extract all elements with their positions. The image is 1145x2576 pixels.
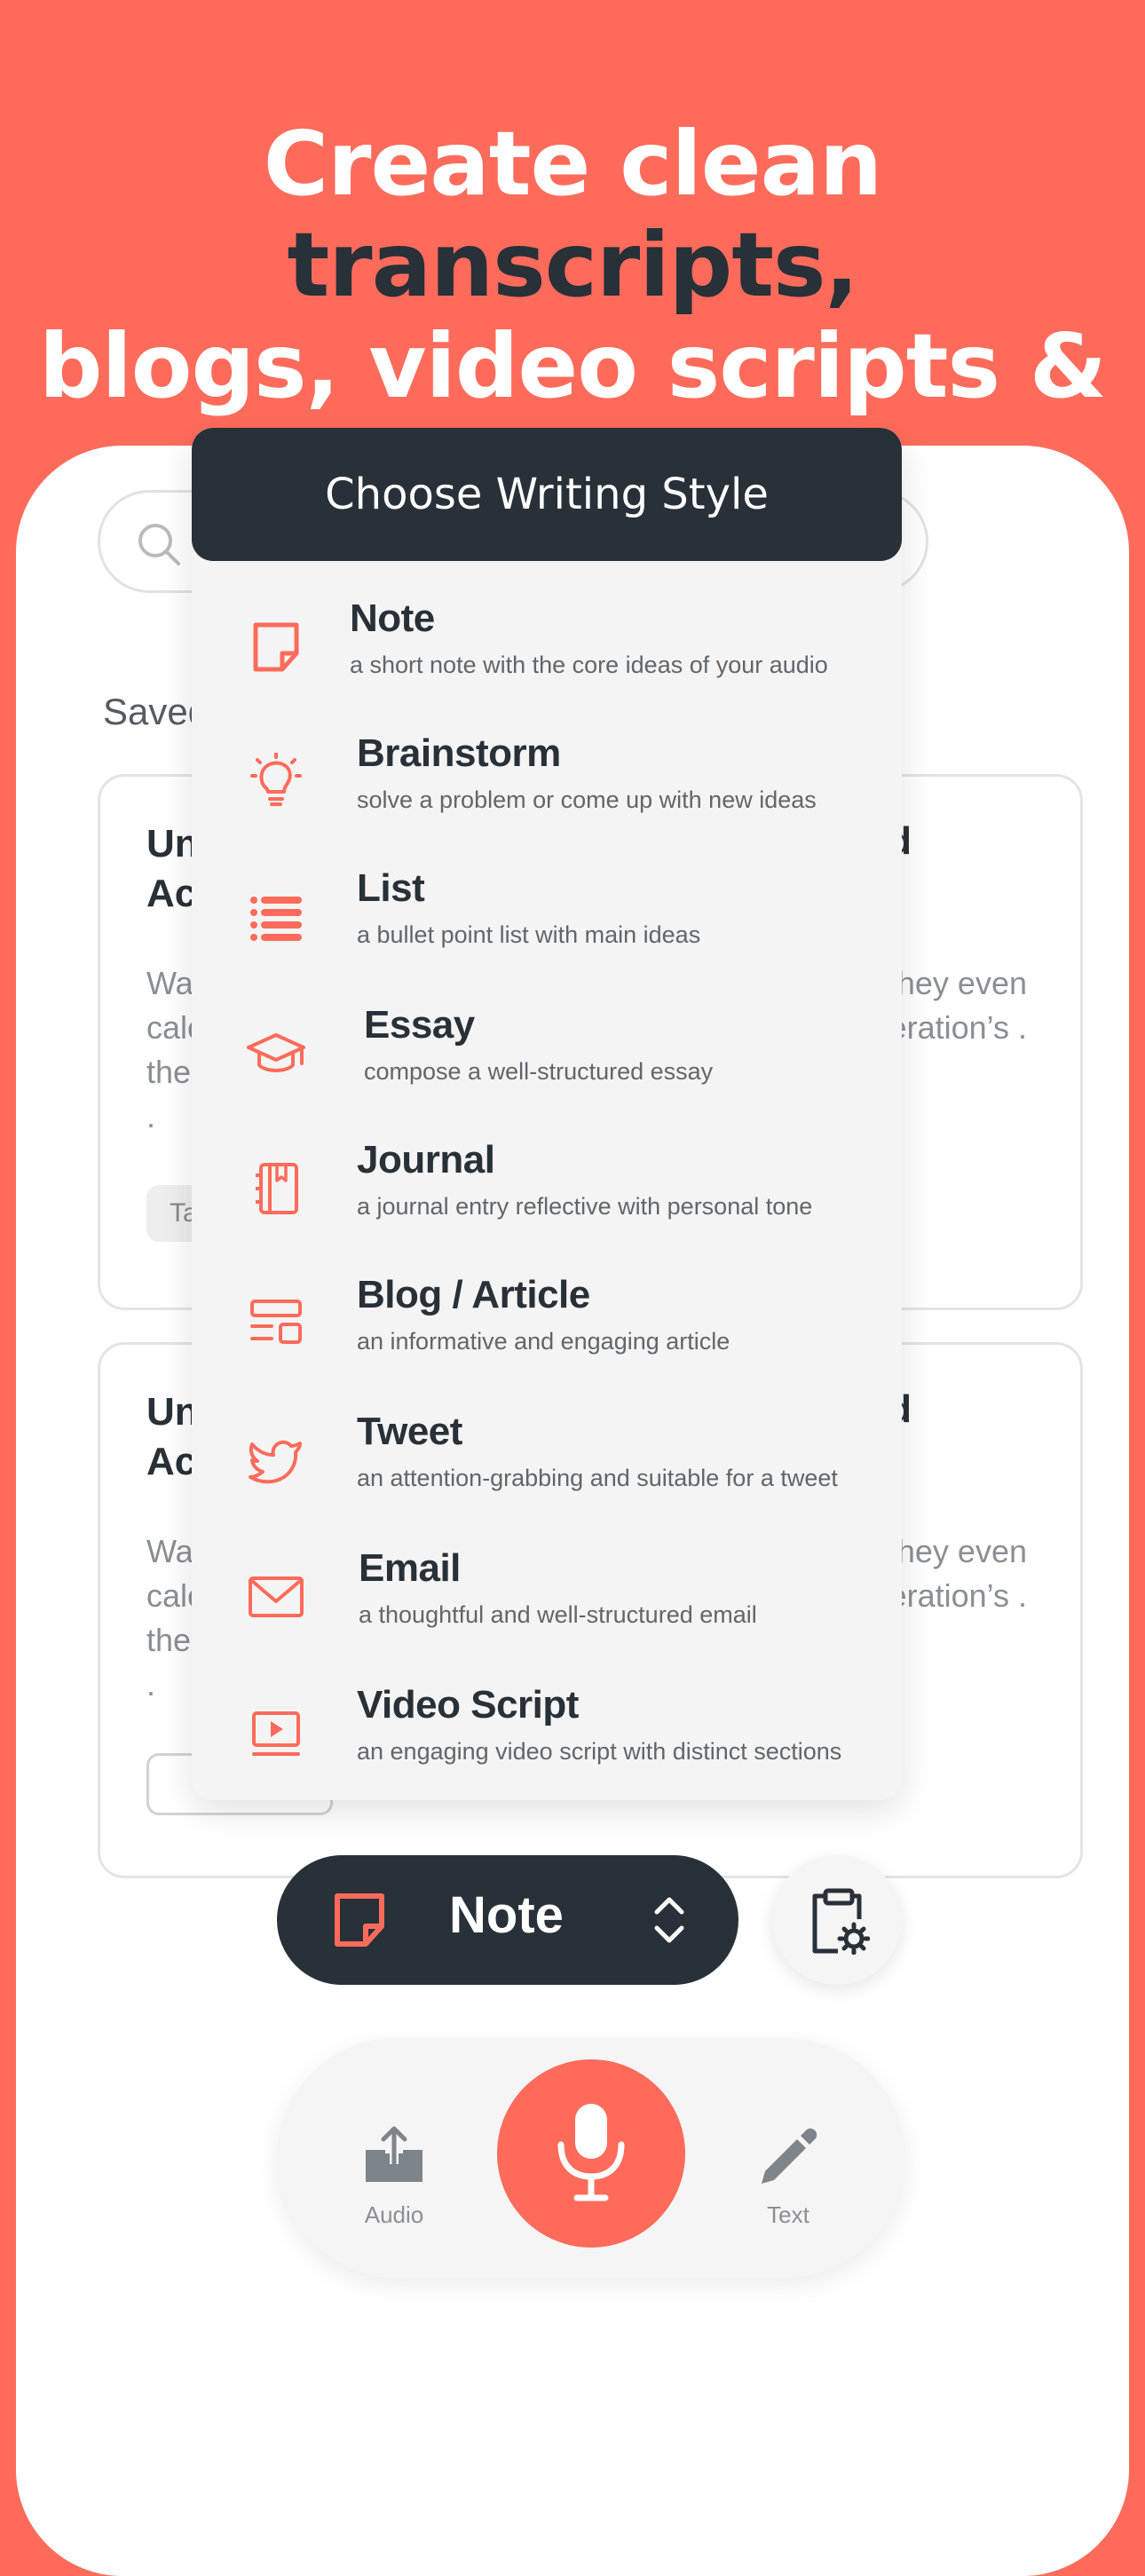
bird-icon	[249, 1440, 302, 1484]
option-description: a short note with the core ideas of your…	[350, 652, 828, 678]
upload-audio-button[interactable]: Audio	[332, 2123, 456, 2229]
option-description: a thoughtful and well-structured email	[359, 1601, 757, 1628]
option-brainstorm[interactable]: Brainstorm solve a problem or come up wi…	[192, 712, 902, 845]
option-description: solve a problem or come up with new idea…	[357, 786, 817, 813]
chevron-up-down-icon	[654, 1897, 684, 1943]
option-description: compose a well-structured essay	[364, 1058, 714, 1085]
text-input-button[interactable]: Text	[726, 2123, 850, 2229]
option-label: List	[357, 866, 425, 910]
envelope-icon	[249, 1576, 304, 1617]
journal-icon	[256, 1163, 298, 1214]
option-description: a bullet point list with main ideas	[357, 921, 701, 948]
selected-style-label: Note	[449, 1886, 564, 1944]
option-email[interactable]: Email a thoughtful and well-structured e…	[192, 1527, 902, 1660]
option-description: a journal entry reflective with personal…	[357, 1193, 813, 1220]
option-label: Blog / Article	[357, 1273, 590, 1316]
option-label: Tweet	[357, 1410, 462, 1453]
option-label: Brainstorm	[357, 731, 561, 775]
option-tweet[interactable]: Tweet an attention-grabbing and suitable…	[192, 1390, 902, 1523]
option-label: Note	[350, 597, 435, 640]
clipboard-settings-icon	[812, 1888, 870, 1955]
option-essay[interactable]: Essay compose a well-structured essay	[192, 984, 902, 1117]
headline-highlight: transcripts,	[287, 213, 858, 317]
note-icon	[335, 1893, 384, 1947]
headline-line-1: Create clean transcripts,	[0, 114, 1145, 316]
option-label: Video Script	[357, 1683, 579, 1727]
text-label: Text	[767, 2201, 809, 2228]
option-blog-article[interactable]: Blog / Article an informative and engagi…	[192, 1253, 902, 1387]
writing-style-selector[interactable]: Note	[277, 1855, 738, 1985]
headline-text: Create clean	[263, 112, 882, 216]
headline-line-2: blogs, video scripts &	[38, 314, 1107, 418]
audio-label: Audio	[364, 2201, 424, 2228]
transcript-settings-button[interactable]	[772, 1855, 902, 1985]
graduation-cap-icon	[247, 1033, 305, 1072]
pencil-icon	[762, 2128, 817, 2184]
dropdown-title: Choose Writing Style	[192, 428, 902, 561]
option-video-script[interactable]: Video Script an engaging video script wi…	[192, 1663, 902, 1797]
option-label: Journal	[357, 1138, 495, 1181]
microphone-icon	[557, 2104, 625, 2201]
option-label: Email	[359, 1546, 461, 1590]
option-note[interactable]: Note a short note with the core ideas of…	[192, 577, 902, 710]
lightbulb-icon	[250, 753, 302, 806]
search-icon	[138, 524, 180, 565]
record-button[interactable]	[497, 2059, 685, 2248]
option-description: an informative and engaging article	[357, 1328, 730, 1355]
note-icon	[253, 622, 299, 672]
record-bar: Audio Text	[277, 2038, 905, 2278]
option-list[interactable]: List a bullet point list with main ideas	[192, 847, 902, 980]
option-description: an engaging video script with distinct s…	[357, 1738, 842, 1765]
option-label: Essay	[364, 1003, 475, 1047]
writing-style-dropdown: Choose Writing Style Note a short note w…	[192, 428, 902, 1800]
list-icon	[250, 897, 302, 941]
layout-icon	[250, 1300, 302, 1344]
video-icon	[252, 1711, 300, 1756]
upload-icon	[366, 2126, 422, 2182]
option-description: an attention-grabbing and suitable for a…	[357, 1465, 838, 1491]
option-journal[interactable]: Journal a journal entry reflective with …	[192, 1118, 902, 1252]
